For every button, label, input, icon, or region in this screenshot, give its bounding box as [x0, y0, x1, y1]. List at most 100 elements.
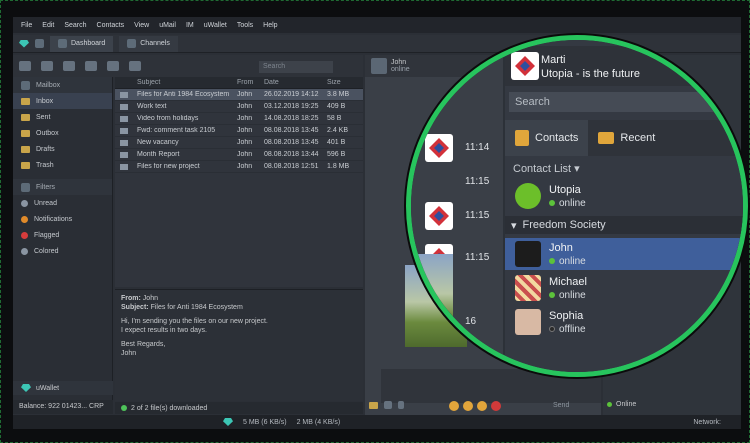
body-line: I expect results in two days. — [121, 327, 207, 334]
sidebar-item-label: Outbox — [36, 129, 59, 137]
sidebar-item-outbox[interactable]: Outbox — [13, 125, 112, 141]
table-row[interactable]: Month Report John 08.08.2018 13:44 596 B — [115, 149, 363, 161]
menu-edit[interactable]: Edit — [42, 22, 54, 29]
table-row[interactable]: New vacancy John 08.08.2018 13:45 401 B — [115, 137, 363, 149]
mic-icon[interactable] — [398, 401, 404, 409]
download-status: 2 of 2 file(s) downloaded — [115, 402, 363, 414]
filters-header[interactable]: Filters — [13, 179, 112, 195]
filters-label: Filters — [36, 183, 56, 191]
contact-sophia[interactable]: Sophia offline — [505, 306, 743, 338]
profile-name: Marti — [541, 54, 566, 66]
menu-view[interactable]: View — [134, 22, 149, 29]
column-from[interactable]: From — [235, 79, 262, 86]
filter-notifications[interactable]: Notifications — [13, 211, 112, 227]
envelope-icon — [120, 103, 128, 110]
column-date[interactable]: Date — [262, 79, 325, 86]
forward-icon[interactable] — [85, 61, 97, 71]
menu-help[interactable]: Help — [263, 22, 277, 29]
contact-michael[interactable]: Michael online — [505, 272, 743, 304]
contact-name: Utopia — [549, 183, 581, 196]
menu-tools[interactable]: Tools — [237, 22, 253, 29]
envelope-icon — [120, 163, 128, 170]
emoji-laugh-icon[interactable] — [477, 401, 487, 411]
folder-icon[interactable] — [369, 401, 378, 409]
menu-uwallet[interactable]: uWallet — [204, 22, 227, 29]
table-row[interactable]: Files for new project John 08.08.2018 12:5… — [115, 161, 363, 173]
envelope-icon — [120, 127, 128, 134]
profile-status: Utopia - is the future — [541, 68, 641, 80]
table-row[interactable]: Video from holidays John 14.08.2018 18:25 5… — [115, 113, 363, 125]
reply-icon[interactable] — [41, 61, 53, 71]
contacts-search-input[interactable]: Search — [509, 92, 739, 112]
mail-app-icon[interactable] — [35, 39, 44, 48]
tab-channels[interactable]: Channels — [119, 35, 178, 52]
uwallet-panel[interactable]: uWallet — [13, 381, 113, 395]
tab-contacts[interactable]: Contacts — [505, 120, 589, 156]
contact-list-dropdown[interactable]: Contact List ▾ — [513, 162, 580, 175]
tab-dashboard[interactable]: Dashboard — [50, 35, 114, 52]
column-subject[interactable]: Subject — [135, 79, 235, 86]
check-icon — [121, 405, 127, 411]
new-mail-icon[interactable] — [19, 61, 31, 71]
emoji-angry-icon[interactable] — [491, 401, 501, 411]
unread-icon — [21, 199, 28, 207]
chat-photo-image[interactable] — [411, 254, 453, 342]
chat-name: John — [391, 59, 407, 66]
menu-umail[interactable]: uMail — [159, 22, 176, 29]
menu-file[interactable]: File — [21, 22, 32, 29]
send-button[interactable]: Send — [553, 402, 569, 409]
folder-icon — [21, 145, 30, 153]
notification-icon — [21, 215, 28, 223]
emoji-wink-icon[interactable] — [463, 401, 473, 411]
tab-contacts-label: Contacts — [535, 132, 579, 144]
row-size: 409 B — [327, 103, 346, 110]
filter-unread[interactable]: Unread — [13, 195, 112, 211]
utopia-eye-icon — [515, 183, 541, 209]
emoji-row — [449, 401, 501, 411]
sidebar-item-inbox[interactable]: Inbox — [13, 93, 112, 109]
message-time: 11:14 — [465, 142, 490, 153]
table-row[interactable]: Files for Anti 1984 Ecosystem John 26.02.2… — [115, 89, 363, 101]
sidebar-item-drafts[interactable]: Drafts — [13, 141, 112, 157]
menu-contacts[interactable]: Contacts — [97, 22, 125, 29]
screenshot-frame: File Edit Search Contacts View uMail IM … — [0, 0, 750, 443]
megaphone-icon[interactable] — [384, 401, 392, 409]
group-freedom-society[interactable]: ▾ Freedom Society — [505, 216, 743, 234]
menu-im[interactable]: IM — [186, 22, 194, 29]
body-line: Hi, I'm sending you the files on our new… — [121, 318, 268, 325]
table-row[interactable]: Work text John 03.12.2018 19:25 409 B — [115, 101, 363, 113]
emoji-smile-icon[interactable] — [449, 401, 459, 411]
sidebar-item-sent[interactable]: Sent — [13, 109, 112, 125]
from-value: John — [142, 295, 158, 302]
flag-icon — [21, 231, 28, 239]
contact-name: Michael — [549, 275, 587, 288]
menu-bar: File Edit Search Contacts View uMail IM … — [13, 17, 741, 33]
sidebar-item-trash[interactable]: Trash — [13, 157, 112, 173]
profile-header: Marti Utopia - is the future — [505, 46, 743, 86]
row-size: 596 B — [327, 151, 346, 158]
mailbox-header[interactable]: Mailbox — [13, 77, 112, 93]
contact-john[interactable]: John online — [505, 238, 743, 270]
tab-recent[interactable]: Recent — [588, 120, 665, 156]
upload-stat: 5 MB (6 KB/s) — [243, 418, 287, 426]
menu-search[interactable]: Search — [64, 22, 86, 29]
filter-flagged[interactable]: Flagged — [13, 227, 112, 243]
row-subject: New vacancy — [137, 139, 179, 146]
table-row[interactable]: Fwd: comment task 2105 John 08.08.2018 13:… — [115, 125, 363, 137]
sidebar-item-label: Inbox — [36, 97, 54, 105]
contact-status: online — [559, 289, 586, 301]
filter-colored[interactable]: Colored — [13, 243, 112, 259]
online-dot-icon — [549, 200, 555, 206]
folder-icon — [21, 129, 30, 137]
column-size[interactable]: Size — [325, 79, 363, 86]
crp-gem-icon — [19, 39, 29, 48]
reply-all-icon[interactable] — [63, 61, 75, 71]
attachment-icon[interactable] — [129, 61, 141, 71]
tab-channels-label: Channels — [140, 40, 170, 47]
mail-search-input[interactable]: Search — [259, 61, 333, 73]
online-status[interactable]: Online — [607, 401, 636, 408]
envelope-icon — [120, 151, 128, 158]
crp-gem-icon — [21, 384, 31, 392]
contact-utopia[interactable]: Utopia online — [505, 180, 743, 212]
delete-icon[interactable] — [107, 61, 119, 71]
